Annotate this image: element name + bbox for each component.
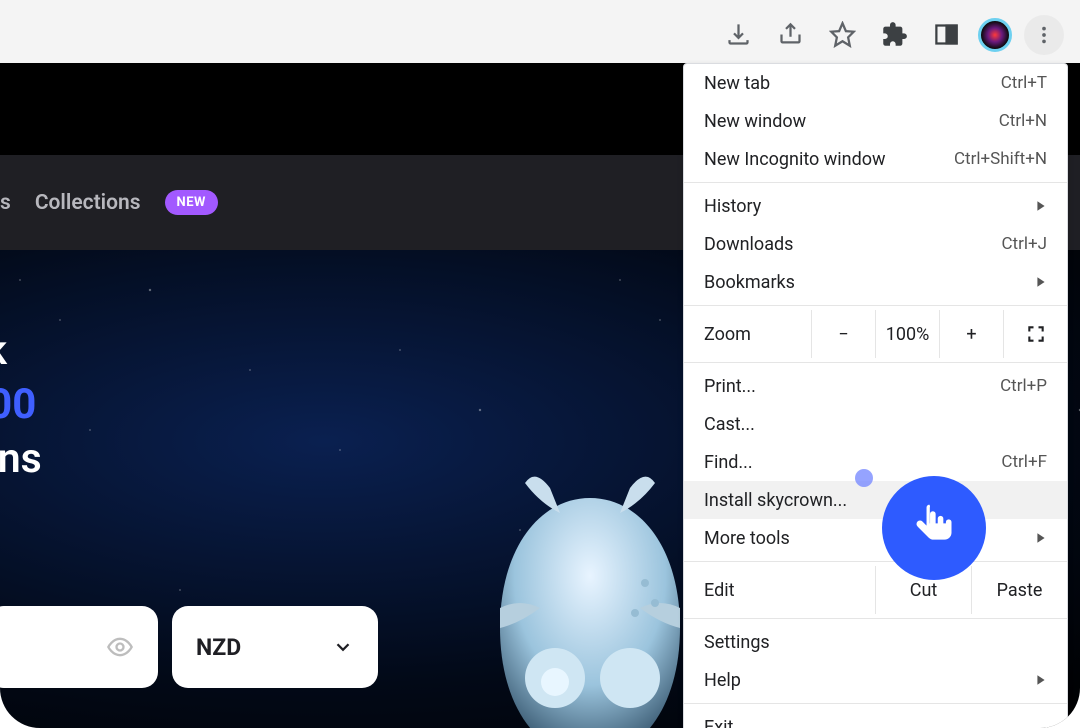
menu-shortcut: Ctrl+J — [1001, 234, 1047, 254]
menu-exit[interactable]: Exit — [684, 708, 1067, 728]
zoom-out-button[interactable]: − — [811, 310, 875, 358]
chevron-right-icon — [1035, 670, 1047, 691]
eye-icon — [106, 633, 134, 661]
hero-line-1: ck — [0, 325, 42, 378]
fullscreen-icon — [1026, 324, 1046, 344]
menu-print[interactable]: Print... Ctrl+P — [684, 367, 1067, 405]
menu-label: History — [704, 196, 1035, 217]
currency-select[interactable]: NZD — [172, 606, 378, 688]
menu-edit: Edit Cut Paste — [684, 566, 1067, 614]
menu-settings[interactable]: Settings — [684, 623, 1067, 661]
extensions-icon[interactable] — [874, 15, 914, 55]
menu-shortcut: Ctrl+Shift+N — [954, 149, 1047, 169]
browser-menu: New tab Ctrl+T New window Ctrl+N New Inc… — [683, 63, 1068, 728]
browser-window: s Collections NEW ck 000 pins NZD — [0, 0, 1080, 728]
menu-shortcut: Ctrl+N — [999, 111, 1047, 131]
currency-value: NZD — [196, 634, 241, 661]
menu-label: Install skycrown... — [704, 490, 1047, 511]
menu-help[interactable]: Help — [684, 661, 1067, 699]
hero-amount: 000 — [0, 378, 42, 433]
menu-new-tab[interactable]: New tab Ctrl+T — [684, 64, 1067, 102]
more-menu-button[interactable] — [1024, 15, 1064, 55]
menu-more-tools[interactable]: More tools — [684, 519, 1067, 557]
chevron-right-icon — [1035, 272, 1047, 293]
menu-new-window[interactable]: New window Ctrl+N — [684, 102, 1067, 140]
menu-new-incognito[interactable]: New Incognito window Ctrl+Shift+N — [684, 140, 1067, 178]
new-badge: NEW — [165, 190, 218, 215]
menu-history[interactable]: History — [684, 187, 1067, 225]
menu-bookmarks[interactable]: Bookmarks — [684, 263, 1067, 301]
menu-separator — [684, 561, 1067, 562]
menu-separator — [684, 362, 1067, 363]
chevron-right-icon — [1035, 196, 1047, 217]
share-icon[interactable] — [770, 15, 810, 55]
menu-shortcut: Ctrl+T — [1001, 73, 1047, 93]
chevron-down-icon — [332, 636, 354, 658]
profile-avatar[interactable] — [978, 18, 1012, 52]
menu-label: Cast... — [704, 414, 1047, 435]
click-indicator-dot — [855, 469, 873, 487]
nav-item-collections[interactable]: Collections — [35, 191, 141, 215]
menu-label: Settings — [704, 632, 1047, 653]
menu-shortcut: Ctrl+P — [1000, 376, 1047, 396]
menu-shortcut: Ctrl+F — [1001, 452, 1047, 472]
side-panel-icon[interactable] — [926, 15, 966, 55]
menu-label: Downloads — [704, 234, 1001, 255]
menu-label: New tab — [704, 73, 1001, 94]
zoom-label: Zoom — [704, 310, 811, 358]
menu-label: Exit — [704, 717, 1047, 728]
download-icon[interactable] — [718, 15, 758, 55]
menu-label: Bookmarks — [704, 272, 1035, 293]
browser-toolbar — [0, 0, 1080, 63]
menu-label: Print... — [704, 376, 1000, 397]
menu-separator — [684, 182, 1067, 183]
hero-text: ck 000 pins — [0, 325, 42, 486]
menu-install-app[interactable]: Install skycrown... — [684, 481, 1067, 519]
menu-cast[interactable]: Cast... — [684, 405, 1067, 443]
hand-pointer-icon — [906, 500, 962, 556]
menu-label: Find... — [704, 452, 1001, 473]
star-icon[interactable] — [822, 15, 862, 55]
hand-cursor-indicator — [882, 476, 986, 580]
chevron-right-icon — [1035, 528, 1047, 549]
menu-downloads[interactable]: Downloads Ctrl+J — [684, 225, 1067, 263]
menu-separator — [684, 618, 1067, 619]
menu-separator — [684, 305, 1067, 306]
zoom-in-button[interactable]: + — [939, 310, 1003, 358]
zoom-value: 100% — [875, 310, 939, 358]
form-row: NZD — [0, 606, 378, 688]
edit-paste-button[interactable]: Paste — [971, 566, 1067, 614]
menu-label: New Incognito window — [704, 149, 954, 170]
menu-separator — [684, 703, 1067, 704]
menu-zoom: Zoom − 100% + — [684, 310, 1067, 358]
nav-item-partial[interactable]: s — [0, 191, 11, 215]
fullscreen-button[interactable] — [1003, 310, 1067, 358]
menu-label: Help — [704, 670, 1035, 691]
password-toggle[interactable] — [0, 606, 158, 688]
menu-label: New window — [704, 111, 999, 132]
edit-label: Edit — [704, 566, 875, 614]
menu-find[interactable]: Find... Ctrl+F — [684, 443, 1067, 481]
hero-line-3: pins — [0, 433, 42, 486]
